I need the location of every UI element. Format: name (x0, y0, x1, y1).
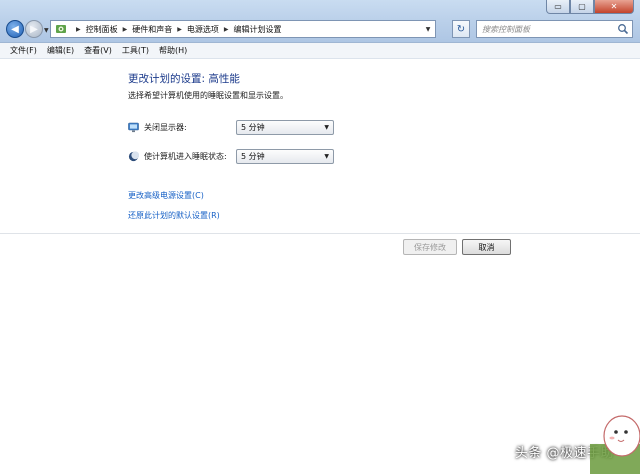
display-off-label: 关闭显示器: (144, 123, 187, 132)
chevron-right-icon[interactable]: ▶ (177, 26, 182, 33)
close-button[interactable]: ✕ (594, 0, 634, 14)
menu-help[interactable]: 帮助(H) (154, 45, 192, 56)
breadcrumb-hardware-sound[interactable]: 硬件和声音 (132, 24, 172, 35)
search-input[interactable]: 搜索控制面板 (476, 20, 633, 38)
setting-row-display-off: 关闭显示器: 5 分钟 ▼ (128, 120, 334, 135)
refresh-button[interactable]: ↻ (452, 20, 470, 38)
window-chrome: ▭ ▢ ✕ ◀ ▶ ▼ ▶ 控制面板 ▶ 硬件和声音 ▶ 电源选项 ▶ 编辑计划… (0, 0, 640, 43)
cancel-button[interactable]: 取消 (462, 239, 511, 255)
back-button[interactable]: ◀ (6, 20, 24, 38)
save-changes-button[interactable]: 保存修改 (403, 239, 457, 255)
breadcrumb-power-options[interactable]: 电源选项 (187, 24, 219, 35)
breadcrumb: ▶ 控制面板 ▶ 硬件和声音 ▶ 电源选项 ▶ 编辑计划设置 (71, 24, 282, 35)
sleep-label: 使计算机进入睡眠状态: (144, 152, 227, 161)
chevron-down-icon: ▼ (324, 153, 329, 160)
restore-defaults-link[interactable]: 还原此计划的默认设置(R) (128, 210, 220, 221)
chevron-right-icon: ▶ (76, 25, 81, 33)
sleep-select[interactable]: 5 分钟 ▼ (236, 149, 334, 164)
search-placeholder: 搜索控制面板 (482, 24, 530, 34)
address-bar[interactable]: ▶ 控制面板 ▶ 硬件和声音 ▶ 电源选项 ▶ 编辑计划设置 ▼ (50, 20, 436, 38)
breadcrumb-control-panel[interactable]: 控制面板 (86, 24, 118, 35)
moon-icon (128, 151, 139, 162)
menu-edit[interactable]: 编辑(E) (42, 45, 79, 56)
forward-button[interactable]: ▶ (25, 20, 43, 38)
refresh-icon: ↻ (456, 23, 466, 35)
menu-file[interactable]: 文件(F) (0, 45, 42, 56)
display-off-value: 5 分钟 (241, 123, 265, 132)
address-dropdown-button[interactable]: ▼ (421, 21, 435, 37)
mascot-icon (590, 415, 640, 474)
menu-bar: 文件(F) 编辑(E) 查看(V) 工具(T) 帮助(H) (0, 43, 640, 59)
chevron-right-icon[interactable]: ▶ (123, 26, 128, 33)
arrow-left-icon: ◀ (11, 23, 19, 35)
window-controls: ▭ ▢ ✕ (546, 0, 634, 14)
arrow-right-icon: ▶ (30, 23, 38, 35)
chevron-down-icon: ▼ (324, 124, 329, 131)
advanced-power-settings-link[interactable]: 更改高级电源设置(C) (128, 190, 204, 201)
menu-tools[interactable]: 工具(T) (117, 45, 154, 56)
breadcrumb-edit-plan[interactable]: 编辑计划设置 (234, 24, 282, 35)
page-title: 更改计划的设置: 高性能 (128, 73, 240, 85)
main-content: 更改计划的设置: 高性能 选择希望计算机使用的睡眠设置和显示设置。 关闭显示器:… (0, 59, 640, 474)
menu-view[interactable]: 查看(V) (79, 45, 117, 56)
page-description: 选择希望计算机使用的睡眠设置和显示设置。 (128, 91, 288, 100)
divider (0, 233, 640, 234)
maximize-button[interactable]: ▢ (570, 0, 594, 14)
search-icon[interactable] (617, 23, 629, 35)
monitor-icon (128, 122, 139, 133)
recent-pages-dropdown[interactable]: ▼ (44, 27, 49, 34)
chevron-right-icon[interactable]: ▶ (224, 26, 229, 33)
control-panel-icon (56, 25, 66, 33)
display-off-select[interactable]: 5 分钟 ▼ (236, 120, 334, 135)
setting-row-sleep: 使计算机进入睡眠状态: 5 分钟 ▼ (128, 149, 334, 164)
sleep-value: 5 分钟 (241, 152, 265, 161)
minimize-button[interactable]: ▭ (546, 0, 570, 14)
